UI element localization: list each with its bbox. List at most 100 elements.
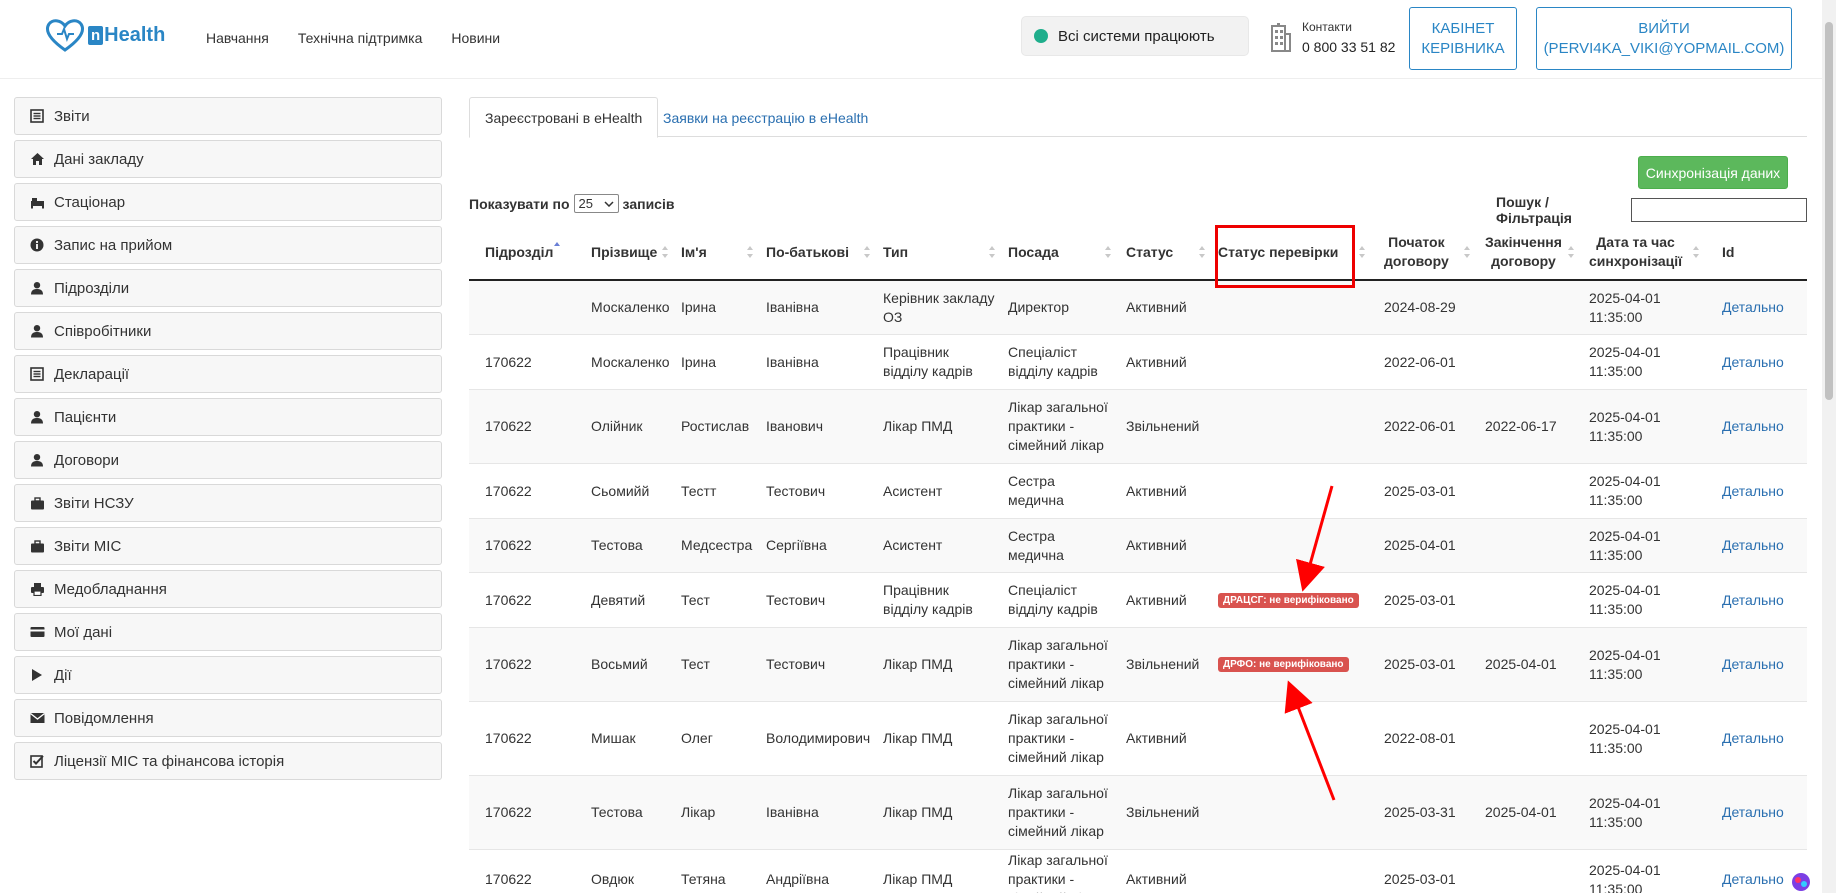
logout-label-line2: (PERVI4KA_VIKI@YOPMAIL.COM) [1543, 39, 1785, 57]
col-contract-end-header[interactable]: Закінчення договору [1477, 223, 1581, 281]
sidebar-item[interactable]: Ліцензії МІС та фінансова історія [14, 742, 442, 780]
sync-time: 11:35:00 [1589, 308, 1643, 325]
table-row: 170622 Девятий Тест Тестович Працівник відді… [469, 573, 1807, 628]
col-patronymic-header[interactable]: По-батькові [760, 223, 877, 281]
col-position-cell: Спеціаліст відділу кадрів [1008, 344, 1098, 379]
col-contract-start-cell: 2025-03-01 [1384, 591, 1456, 608]
tab-registered[interactable]: Зареєстровані в eHealth [469, 97, 659, 138]
col-status-header[interactable]: Статус [1118, 223, 1212, 281]
col-contract-start-cell: 2025-03-01 [1384, 482, 1456, 499]
sync-data-button[interactable]: Синхронізація даних [1638, 156, 1788, 189]
sort-icon [1358, 245, 1366, 259]
col-surname-cell: Сьомийй [591, 482, 650, 499]
col-position-cell: Сестра медична [1008, 527, 1064, 563]
verification-badge: ДРАЦСГ: не верифіковано [1218, 592, 1359, 608]
sidebar-item[interactable]: Договори [14, 441, 442, 479]
col-check-status-cell [1212, 519, 1372, 572]
sidebar-item[interactable]: Стаціонар [14, 183, 442, 221]
col-name-cell: Медсестра [681, 537, 753, 553]
sync-date: 2025-04-01 [1589, 527, 1661, 544]
tabs: Зареєстровані в eHealth Заявки на реєстр… [469, 97, 1807, 138]
nav-news[interactable]: Новини [451, 30, 500, 46]
sidebar-item[interactable]: Мої дані [14, 613, 442, 651]
col-patronymic-cell: Сергіївна [766, 537, 827, 553]
col-id-cell[interactable]: Детально [1706, 281, 1807, 334]
sidebar-item[interactable]: Дані закладу [14, 140, 442, 178]
col-unit-header-label: Підрозділ [485, 243, 554, 260]
sidebar-item[interactable]: Повідомлення [14, 699, 442, 737]
col-unit-header[interactable]: Підрозділ [469, 223, 575, 281]
contacts-phone[interactable]: 0 800 33 51 82 [1302, 35, 1395, 59]
col-position-cell: Лікар загальної практики - сімейний ліка… [1008, 399, 1108, 453]
col-id-cell[interactable]: Детально [1706, 390, 1807, 463]
col-contract-end-cell [1477, 702, 1581, 775]
col-id-cell[interactable]: Детально [1706, 335, 1807, 389]
col-name-header[interactable]: Ім'я [675, 223, 760, 281]
col-sync-header[interactable]: Дата та час синхронізації [1581, 223, 1706, 281]
logout-button[interactable]: ВИЙТИ (PERVI4KA_VIKI@YOPMAIL.COM) [1536, 7, 1792, 70]
col-id-header[interactable]: Id [1706, 223, 1807, 281]
page-scrollbar[interactable] [1822, 0, 1836, 893]
col-contract-start-header[interactable]: Початок договору [1372, 223, 1477, 281]
search-label: Пошук / Фільтрація [1496, 194, 1572, 226]
col-patronymic-header-label: По-батькові [766, 243, 850, 260]
contacts: Контакти 0 800 33 51 82 [1270, 19, 1395, 59]
print-icon [29, 581, 45, 597]
col-id-cell[interactable]: Детально [1706, 702, 1807, 775]
sidebar-item-label: Звіти МІС [54, 537, 122, 555]
home-icon [29, 151, 45, 167]
manager-cabinet-button[interactable]: КАБІНЕТ КЕРІВНИКА [1409, 7, 1517, 70]
scrollbar-thumb[interactable] [1825, 22, 1833, 400]
sidebar-item[interactable]: Підрозділи [14, 269, 442, 307]
building-icon [1271, 23, 1291, 52]
ehealth-logo[interactable]: n Health [44, 18, 165, 52]
col-id-cell[interactable]: Детально [1706, 776, 1807, 849]
col-surname-header[interactable]: Прізвище [575, 223, 675, 281]
sidebar-item[interactable]: Медобладнання [14, 570, 442, 608]
col-type-cell: Асистент [883, 482, 943, 499]
page-size-select[interactable]: 25 [573, 194, 619, 213]
sidebar-item[interactable]: Декларації [14, 355, 442, 393]
sidebar-item[interactable]: Звіти МІС [14, 527, 442, 565]
col-contract-end-cell [1477, 573, 1581, 627]
col-position-header[interactable]: Посада [1002, 223, 1118, 281]
col-contract-start-cell: 2025-03-01 [1384, 871, 1456, 887]
sidebar-item-label: Звіти НСЗУ [54, 494, 134, 512]
col-id-cell[interactable]: Детально [1706, 464, 1807, 518]
col-contract-start-cell: 2025-03-01 [1384, 656, 1456, 672]
col-surname-cell: Девятий [591, 591, 646, 608]
system-status[interactable]: Всі системи працюють [1021, 16, 1249, 56]
col-check-status-cell [1212, 281, 1372, 334]
col-patronymic-cell: Тестович [766, 591, 826, 608]
col-name-cell: Лікар [681, 804, 716, 820]
tab-registration-requests[interactable]: Заявки на реєстрацію в eHealth [648, 97, 883, 138]
col-type-header[interactable]: Тип [877, 223, 1002, 281]
sidebar-item[interactable]: Дії [14, 656, 442, 694]
col-contract-start-cell: 2024-08-29 [1384, 299, 1456, 315]
col-unit-cell [469, 281, 575, 334]
col-patronymic-cell: Іванович [766, 418, 824, 434]
sidebar-item[interactable]: Звіти [14, 97, 442, 135]
search-input[interactable] [1631, 198, 1807, 222]
col-surname-cell: Овдюк [591, 871, 634, 887]
sort-icon [1463, 245, 1471, 259]
col-status-cell: Активний [1126, 537, 1187, 553]
cabinet-label-line2: КЕРІВНИКА [1421, 39, 1505, 57]
sync-time: 11:35:00 [1589, 492, 1643, 508]
col-id-cell[interactable]: Детально [1706, 628, 1807, 701]
sidebar-item-label: Декларації [54, 365, 130, 383]
sidebar-item[interactable]: Співробітники [14, 312, 442, 350]
col-surname-cell: Москаленко [591, 353, 670, 370]
col-type-cell: Лікар ПМД [883, 871, 953, 887]
sidebar-item[interactable]: Пацієнти [14, 398, 442, 436]
col-id-cell[interactable]: Детально [1706, 519, 1807, 572]
nav-training[interactable]: Навчання [206, 30, 269, 46]
col-id-cell[interactable]: Детально [1706, 573, 1807, 627]
extension-icon[interactable] [1790, 871, 1812, 893]
sidebar-item[interactable]: Запис на прийом [14, 226, 442, 264]
col-patronymic-cell: Тестович [766, 482, 826, 499]
header: n Health Навчання Технічна підтримка Нов… [0, 0, 1836, 79]
col-type-header-label: Тип [883, 243, 909, 260]
sidebar-item[interactable]: Звіти НСЗУ [14, 484, 442, 522]
nav-support[interactable]: Технічна підтримка [298, 30, 423, 46]
